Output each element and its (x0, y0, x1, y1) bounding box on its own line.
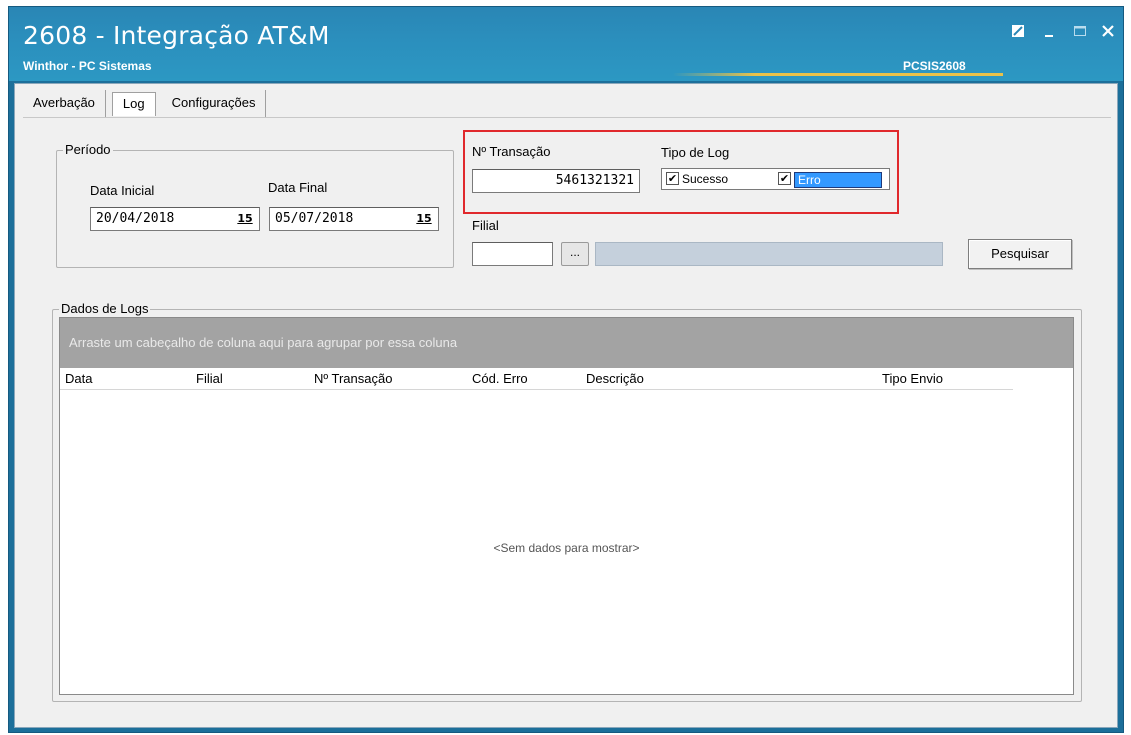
tab-configuracoes[interactable]: Configurações (162, 90, 267, 118)
data-final-field[interactable]: 05/07/2018 15 (269, 207, 439, 231)
data-inicial-value: 20/04/2018 (96, 211, 175, 226)
title-accent-line (673, 73, 1003, 76)
erro-label[interactable]: Erro (794, 172, 882, 188)
window-subtitle: Winthor - PC Sistemas (23, 59, 152, 73)
tipo-log-label: Tipo de Log (661, 145, 730, 160)
filial-label: Filial (472, 218, 499, 233)
transacao-label: Nº Transação (472, 144, 551, 159)
application-window: 2608 - Integração AT&M Winthor - PC Sist… (8, 6, 1124, 733)
data-final-label: Data Final (268, 180, 328, 195)
program-code: PCSIS2608 (903, 59, 966, 73)
filial-lookup-button[interactable]: ... (561, 242, 589, 266)
column-header-cod-erro[interactable]: Cód. Erro (472, 371, 528, 386)
column-header-filial[interactable]: Filial (196, 371, 223, 386)
tab-strip: Averbação Log Configurações (23, 90, 267, 118)
maximize-icon[interactable] (1069, 21, 1091, 41)
filial-input[interactable] (472, 242, 553, 266)
column-header-transacao[interactable]: Nº Transação (314, 371, 392, 386)
minimize-icon[interactable] (1039, 21, 1061, 41)
erro-checkbox[interactable]: ✔ (778, 172, 791, 185)
column-header-data[interactable]: Data (65, 371, 92, 386)
filial-description (595, 242, 943, 266)
tab-log[interactable]: Log (111, 92, 156, 116)
sucesso-label[interactable]: Sucesso (682, 172, 728, 186)
empty-grid-message: <Sem dados para mostrar> (493, 541, 640, 555)
logs-grid[interactable]: Arraste um cabeçalho de coluna aqui para… (59, 317, 1074, 695)
grid-header: Data Filial Nº Transação Cód. Erro Descr… (60, 368, 1013, 390)
calendar-icon[interactable]: 15 (235, 210, 255, 228)
pesquisar-button[interactable]: Pesquisar (968, 239, 1072, 269)
column-header-tipo-envio[interactable]: Tipo Envio (882, 371, 943, 386)
restore-icon[interactable] (1007, 21, 1029, 41)
tipo-log-box: ✔ Sucesso ✔ Erro (661, 168, 890, 190)
data-inicial-label: Data Inicial (90, 183, 155, 198)
data-final-value: 05/07/2018 (275, 211, 354, 226)
close-icon[interactable] (1097, 21, 1119, 41)
periodo-legend: Período (63, 142, 113, 157)
tab-divider (23, 117, 1111, 118)
tab-averbacao[interactable]: Averbação (23, 90, 106, 118)
dados-logs-legend: Dados de Logs (59, 301, 151, 316)
sucesso-checkbox[interactable]: ✔ (666, 172, 679, 185)
group-by-panel[interactable]: Arraste um cabeçalho de coluna aqui para… (60, 318, 1073, 368)
column-header-descricao[interactable]: Descrição (586, 371, 644, 386)
client-area: Averbação Log Configurações Período Data… (14, 83, 1118, 728)
title-bar[interactable]: 2608 - Integração AT&M Winthor - PC Sist… (9, 7, 1123, 81)
transacao-input[interactable]: 5461321321 (472, 169, 640, 193)
periodo-group: Período Data Inicial Data Final 20/04/20… (56, 142, 454, 268)
data-inicial-field[interactable]: 20/04/2018 15 (90, 207, 260, 231)
window-title: 2608 - Integração AT&M (23, 21, 330, 50)
calendar-icon[interactable]: 15 (414, 210, 434, 228)
